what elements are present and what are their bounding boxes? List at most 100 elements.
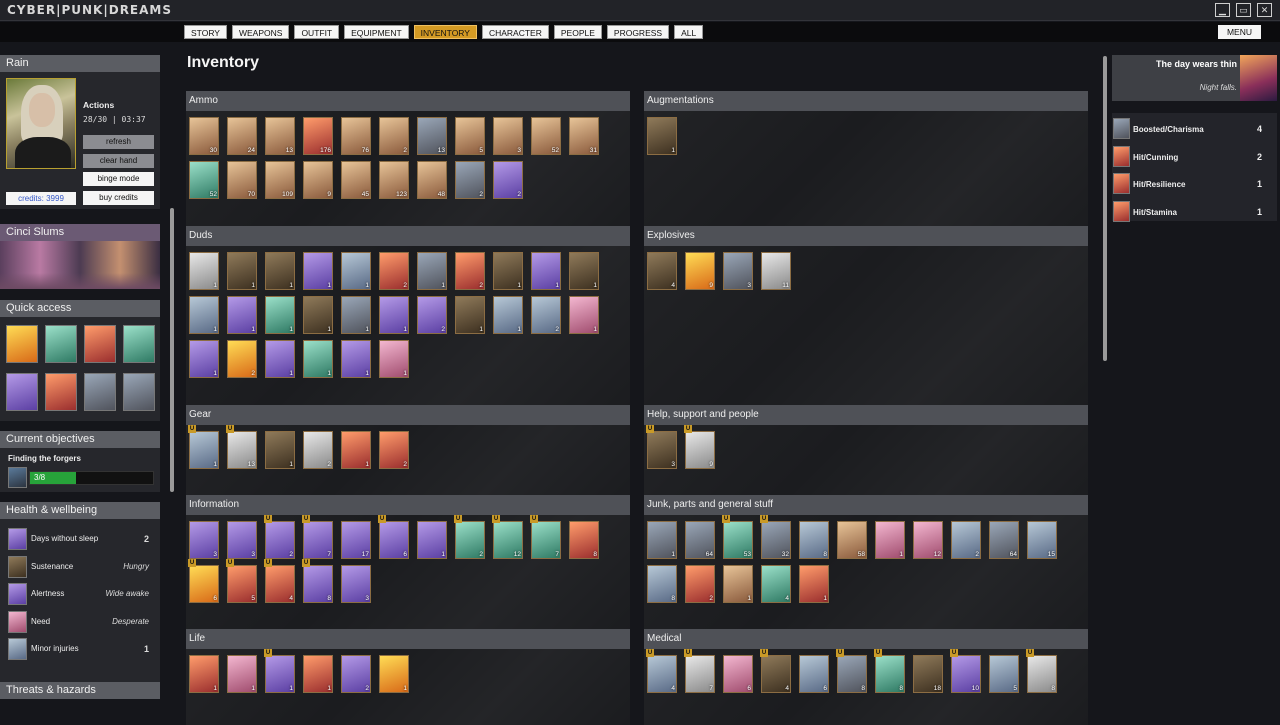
inventory-item[interactable]: 48	[417, 161, 447, 199]
inventory-item[interactable]: 1	[188, 425, 219, 469]
inventory-item[interactable]: 18	[913, 655, 943, 693]
inventory-item[interactable]: 76	[341, 117, 371, 155]
inventory-item[interactable]: 3	[493, 117, 523, 155]
inventory-item[interactable]: 1	[493, 252, 523, 290]
inventory-item[interactable]: 9	[303, 161, 333, 199]
quick-access-slot[interactable]	[45, 373, 77, 411]
inventory-item[interactable]: 1	[723, 565, 753, 603]
inventory-item[interactable]: 1	[379, 655, 409, 693]
inventory-item[interactable]: 176	[303, 117, 333, 155]
quick-access-slot[interactable]	[45, 325, 77, 363]
inventory-item[interactable]: 8	[569, 521, 599, 559]
inventory-item[interactable]: 1	[189, 655, 219, 693]
inventory-item[interactable]: 2	[951, 521, 981, 559]
inventory-item[interactable]: 3	[646, 425, 677, 469]
inventory-item[interactable]: 7	[684, 649, 715, 693]
event-card[interactable]: The day wears thin Night falls.	[1112, 55, 1277, 101]
objective-name[interactable]: Finding the forgers	[8, 454, 81, 463]
inventory-item[interactable]: 4	[264, 559, 295, 603]
inventory-item[interactable]: 13	[226, 425, 257, 469]
inventory-item[interactable]: 1	[647, 117, 677, 155]
inventory-item[interactable]: 1	[189, 252, 219, 290]
inventory-item[interactable]: 2	[417, 296, 447, 334]
section-title[interactable]: Explosives	[644, 226, 1088, 246]
inventory-item[interactable]: 8	[302, 559, 333, 603]
inventory-item[interactable]: 6	[723, 655, 753, 693]
binge-mode-button[interactable]: binge mode	[83, 172, 154, 186]
inventory-item[interactable]: 1	[265, 252, 295, 290]
inventory-item[interactable]: 1	[569, 252, 599, 290]
inventory-item[interactable]: 4	[761, 565, 791, 603]
tab-inventory[interactable]: INVENTORY	[413, 25, 477, 39]
inventory-item[interactable]: 2	[379, 117, 409, 155]
inventory-item[interactable]: 13	[417, 117, 447, 155]
inventory-item[interactable]: 8	[874, 649, 905, 693]
inventory-item[interactable]: 1	[417, 521, 447, 559]
inventory-item[interactable]: 1	[265, 340, 295, 378]
inventory-item[interactable]: 2	[454, 515, 485, 559]
section-title[interactable]: Medical	[644, 629, 1088, 649]
close-icon[interactable]: ✕	[1257, 3, 1272, 17]
effect-row[interactable]: Hit/Resilience 1	[1112, 171, 1277, 199]
inventory-item[interactable]: 2	[341, 655, 371, 693]
inventory-item[interactable]: 9	[684, 425, 715, 469]
section-title[interactable]: Ammo	[186, 91, 630, 111]
inventory-item[interactable]: 6	[188, 559, 219, 603]
inventory-item[interactable]: 2	[379, 431, 409, 469]
inventory-item[interactable]: 64	[685, 521, 715, 559]
section-title[interactable]: Information	[186, 495, 630, 515]
tab-progress[interactable]: PROGRESS	[606, 25, 670, 39]
main-scrollbar[interactable]	[1103, 56, 1107, 361]
quick-access-slot[interactable]	[123, 373, 155, 411]
inventory-item[interactable]: 2	[455, 252, 485, 290]
menu-button[interactable]: MENU	[1217, 25, 1261, 39]
inventory-item[interactable]: 8	[836, 649, 867, 693]
inventory-item[interactable]: 1	[303, 296, 333, 334]
inventory-item[interactable]: 5	[989, 655, 1019, 693]
inventory-item[interactable]: 24	[227, 117, 257, 155]
inventory-item[interactable]: 5	[226, 559, 257, 603]
inventory-item[interactable]: 4	[646, 649, 677, 693]
inventory-item[interactable]: 1	[569, 296, 599, 334]
quick-access-slot[interactable]	[84, 373, 116, 411]
inventory-item[interactable]: 1	[341, 296, 371, 334]
quick-access-slot[interactable]	[6, 325, 38, 363]
buy-credits-button[interactable]: buy credits	[83, 191, 154, 205]
tab-equipment[interactable]: EQUIPMENT	[344, 25, 409, 39]
section-title[interactable]: Life	[186, 629, 630, 649]
tab-people[interactable]: PEOPLE	[553, 25, 602, 39]
inventory-item[interactable]: 11	[761, 252, 791, 290]
inventory-item[interactable]: 1	[303, 252, 333, 290]
maximize-icon[interactable]: ▭	[1236, 3, 1251, 17]
inventory-item[interactable]: 2	[264, 515, 295, 559]
inventory-item[interactable]: 10	[950, 649, 981, 693]
inventory-item[interactable]: 2	[455, 161, 485, 199]
inventory-item[interactable]: 1	[189, 296, 219, 334]
quick-access-slot[interactable]	[6, 373, 38, 411]
tab-weapons[interactable]: WEAPONS	[231, 25, 290, 39]
section-title[interactable]: Duds	[186, 226, 630, 246]
inventory-item[interactable]: 12	[492, 515, 523, 559]
inventory-item[interactable]: 2	[685, 565, 715, 603]
clear-hand-button[interactable]: clear hand	[83, 154, 154, 168]
inventory-item[interactable]: 8	[799, 521, 829, 559]
inventory-item[interactable]: 2	[379, 252, 409, 290]
tab-character[interactable]: CHARACTER	[481, 25, 549, 39]
section-title[interactable]: Junk, parts and general stuff	[644, 495, 1088, 515]
inventory-item[interactable]: 9	[685, 252, 715, 290]
inventory-item[interactable]: 2	[303, 431, 333, 469]
inventory-item[interactable]: 1	[341, 252, 371, 290]
inventory-item[interactable]: 1	[227, 252, 257, 290]
section-title[interactable]: Gear	[186, 405, 630, 425]
inventory-item[interactable]: 1	[227, 296, 257, 334]
inventory-item[interactable]: 1	[379, 340, 409, 378]
inventory-item[interactable]: 2	[531, 296, 561, 334]
inventory-item[interactable]: 4	[760, 649, 791, 693]
section-title[interactable]: Help, support and people	[644, 405, 1088, 425]
inventory-item[interactable]: 123	[379, 161, 409, 199]
inventory-item[interactable]: 8	[647, 565, 677, 603]
section-title[interactable]: Augmentations	[644, 91, 1088, 111]
inventory-item[interactable]: 2	[227, 340, 257, 378]
inventory-item[interactable]: 31	[569, 117, 599, 155]
location-image[interactable]	[0, 241, 160, 289]
